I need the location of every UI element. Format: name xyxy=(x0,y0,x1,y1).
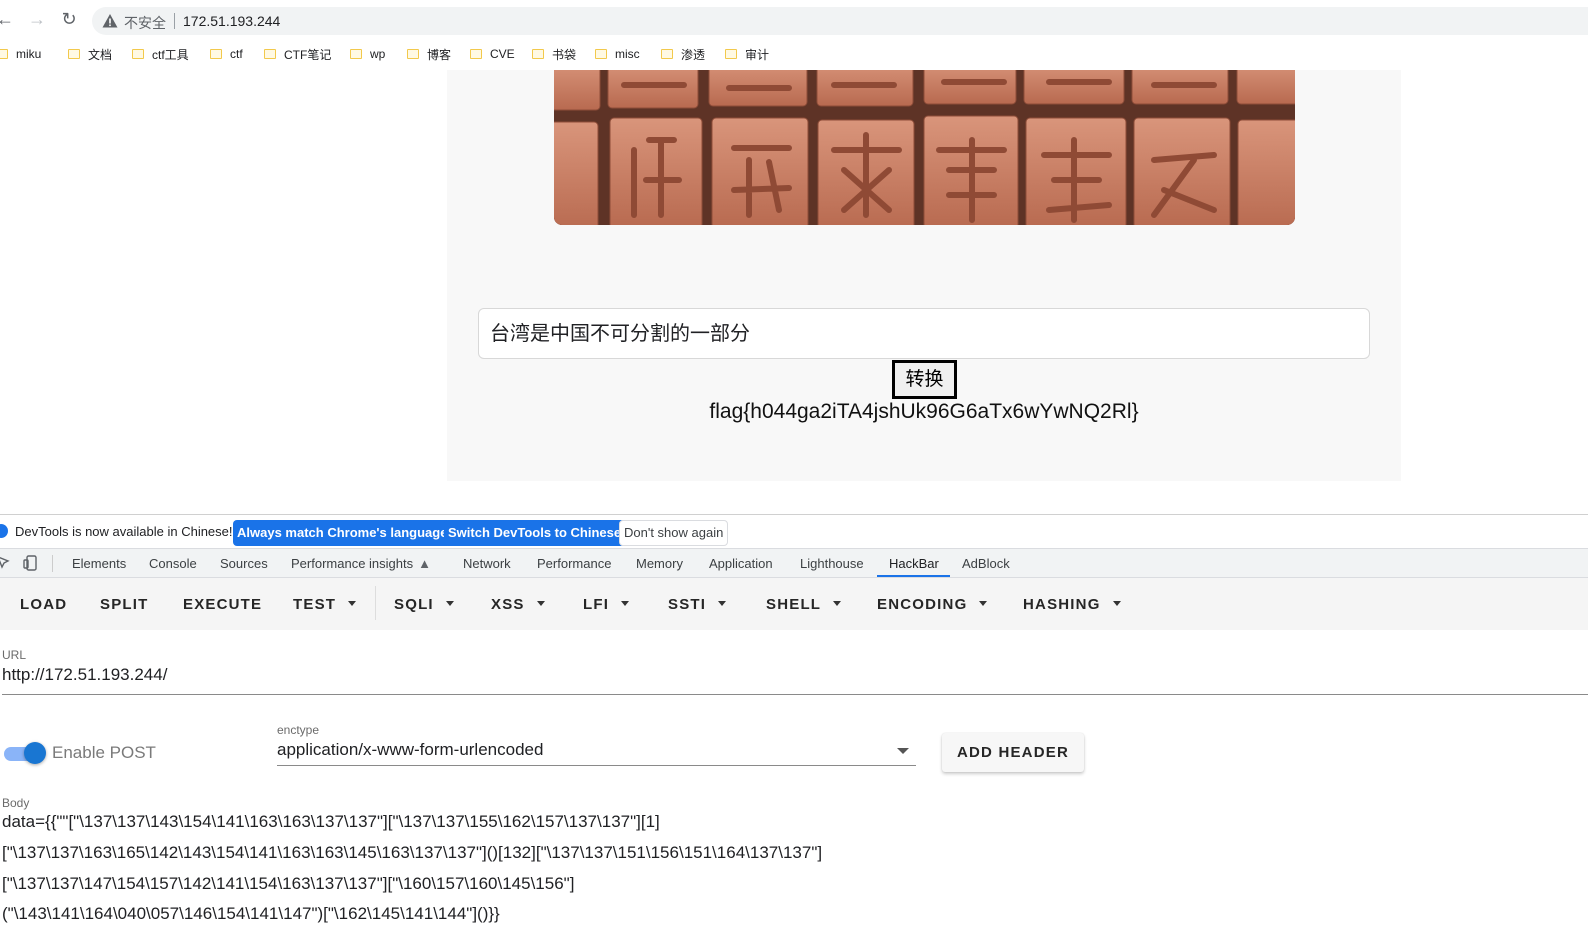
folder-icon xyxy=(350,49,362,59)
switch-to-chinese-button[interactable]: Switch DevTools to Chinese xyxy=(444,520,626,546)
folder-icon xyxy=(661,49,673,59)
url-input[interactable]: http://172.51.193.244/ xyxy=(2,665,1588,695)
device-toolbar-icon[interactable] xyxy=(23,555,39,571)
xss-menu-button[interactable]: XSS xyxy=(491,596,545,613)
warning-icon[interactable] xyxy=(102,13,118,29)
bookmark-ctf-tools[interactable]: ctf工具 xyxy=(132,46,189,62)
body-line: ["\137\137\147\154\157\142\141\154\163\1… xyxy=(2,874,575,893)
ssti-menu-button[interactable]: SSTI xyxy=(668,596,727,613)
tab-console[interactable]: Console xyxy=(149,556,197,571)
bookmark-audit[interactable]: 审计 xyxy=(725,46,769,62)
enctype-label: enctype xyxy=(277,723,320,737)
address-bar[interactable]: 不安全 172.51.193.244 xyxy=(92,7,1588,35)
chevron-down-icon xyxy=(621,600,630,606)
back-icon[interactable]: ← xyxy=(0,8,16,30)
load-button[interactable]: LOAD xyxy=(20,596,67,613)
execute-button[interactable]: EXECUTE xyxy=(183,596,262,613)
flask-icon: ▲ xyxy=(418,556,431,571)
add-header-button[interactable]: ADD HEADER xyxy=(942,733,1084,772)
folder-icon xyxy=(725,49,737,59)
folder-icon xyxy=(532,49,544,59)
split-button[interactable]: SPLIT xyxy=(100,596,149,613)
folder-icon xyxy=(68,49,80,59)
tab-application[interactable]: Application xyxy=(709,556,773,571)
url-label: URL xyxy=(2,648,27,662)
always-match-language-button[interactable]: Always match Chrome's language xyxy=(233,520,452,546)
sqli-menu-button[interactable]: SQLI xyxy=(394,596,454,613)
address-separator xyxy=(174,13,175,29)
body-line: ("\143\141\164\040\057\146\154\141\147")… xyxy=(2,904,500,923)
chevron-down-icon xyxy=(718,600,727,606)
folder-icon xyxy=(595,49,607,59)
devtools-language-infobar: DevTools is now available in Chinese! Al… xyxy=(0,514,1588,548)
enable-post-toggle[interactable] xyxy=(4,742,46,764)
text-input[interactable]: 台湾是中国不可分割的一部分 xyxy=(478,308,1370,359)
encoding-menu-button[interactable]: ENCODING xyxy=(877,596,988,613)
tab-hackbar[interactable]: HackBar xyxy=(889,556,939,571)
bookmark-bookbag[interactable]: 书袋 xyxy=(532,46,576,62)
devtools-tabbar: Elements Console Sources Performance ins… xyxy=(0,548,1588,578)
reload-icon[interactable]: ↻ xyxy=(58,8,80,30)
body-line: data={{""["\137\137\143\154\141\163\163\… xyxy=(2,812,660,831)
chevron-down-icon xyxy=(348,600,357,606)
tab-memory[interactable]: Memory xyxy=(636,556,683,571)
chevron-down-icon xyxy=(445,600,454,606)
tab-adblock[interactable]: AdBlock xyxy=(962,556,1010,571)
infobar-message: DevTools is now available in Chinese! xyxy=(15,524,233,539)
tab-elements[interactable]: Elements xyxy=(72,556,126,571)
toolbar-divider xyxy=(375,586,376,620)
folder-icon xyxy=(470,49,482,59)
bookmark-wp[interactable]: wp xyxy=(350,46,385,62)
convert-button[interactable]: 转换 xyxy=(892,360,957,399)
chevron-down-icon xyxy=(979,600,988,606)
hackbar-panel: URL http://172.51.193.244/ Enable POST e… xyxy=(0,630,1588,927)
bookmark-pentest[interactable]: 渗透 xyxy=(661,46,705,62)
folder-icon xyxy=(210,49,222,59)
hackbar-toolbar: LOAD SPLIT EXECUTE TEST SQLI XSS LFI SST… xyxy=(0,578,1588,630)
info-icon xyxy=(0,524,8,538)
forward-icon[interactable]: → xyxy=(26,8,48,30)
lfi-menu-button[interactable]: LFI xyxy=(583,596,630,613)
body-label: Body xyxy=(2,796,30,810)
folder-icon xyxy=(264,49,276,59)
tabbar-divider xyxy=(52,555,53,572)
hashing-menu-button[interactable]: HASHING xyxy=(1023,596,1121,613)
bookmark-cve[interactable]: CVE xyxy=(470,46,515,62)
dont-show-again-button[interactable]: Don't show again xyxy=(619,520,729,546)
tab-network[interactable]: Network xyxy=(463,556,511,571)
active-tab-indicator xyxy=(877,575,950,577)
enable-post-label: Enable POST xyxy=(52,743,156,762)
dropdown-arrow-icon xyxy=(897,748,909,754)
folder-icon xyxy=(132,49,144,59)
folder-icon xyxy=(407,49,419,59)
body-line: ["\137\137\163\165\142\143\154\141\163\1… xyxy=(2,843,823,862)
shell-menu-button[interactable]: SHELL xyxy=(766,596,842,613)
inspect-element-icon[interactable] xyxy=(0,555,12,571)
bookmark-blog[interactable]: 博客 xyxy=(407,46,451,62)
bookmark-docs[interactable]: 文档 xyxy=(68,46,112,62)
insecure-label: 不安全 xyxy=(124,15,166,31)
bookmark-misc[interactable]: misc xyxy=(595,46,640,62)
chevron-down-icon xyxy=(536,600,545,606)
chevron-down-icon xyxy=(833,600,842,606)
bookmark-miku[interactable]: miku xyxy=(0,46,41,62)
enctype-select[interactable]: application/x-www-form-urlencoded xyxy=(277,740,916,766)
folder-icon xyxy=(0,49,8,59)
chevron-down-icon xyxy=(1112,600,1121,606)
bookmark-ctf-notes[interactable]: CTF笔记 xyxy=(264,46,331,62)
test-menu-button[interactable]: TEST xyxy=(293,596,357,613)
address-url[interactable]: 172.51.193.244 xyxy=(183,13,280,29)
page-viewport: 台湾是中国不可分割的一部分 转换 flag{h044ga2iTA4jshUk96… xyxy=(0,70,1588,513)
tab-sources[interactable]: Sources xyxy=(220,556,268,571)
tab-performance-insights[interactable]: Performance insights ▲ xyxy=(291,556,431,571)
toggle-knob xyxy=(24,742,46,764)
flag-result-text: flag{h044ga2iTA4jshUk96G6aTx6wYwNQ2Rl} xyxy=(709,400,1139,423)
movable-type-blocks xyxy=(554,70,1295,225)
bookmarks-bar: miku 文档 ctf工具 ctf CTF笔记 wp 博客 CVE 书袋 mis… xyxy=(0,38,1588,70)
tab-lighthouse[interactable]: Lighthouse xyxy=(800,556,864,571)
movable-type-banner-image xyxy=(554,70,1295,225)
browser-toolbar: ← → ↻ 不安全 172.51.193.244 xyxy=(0,0,1588,38)
bookmark-ctf[interactable]: ctf xyxy=(210,46,243,62)
tab-performance[interactable]: Performance xyxy=(537,556,611,571)
